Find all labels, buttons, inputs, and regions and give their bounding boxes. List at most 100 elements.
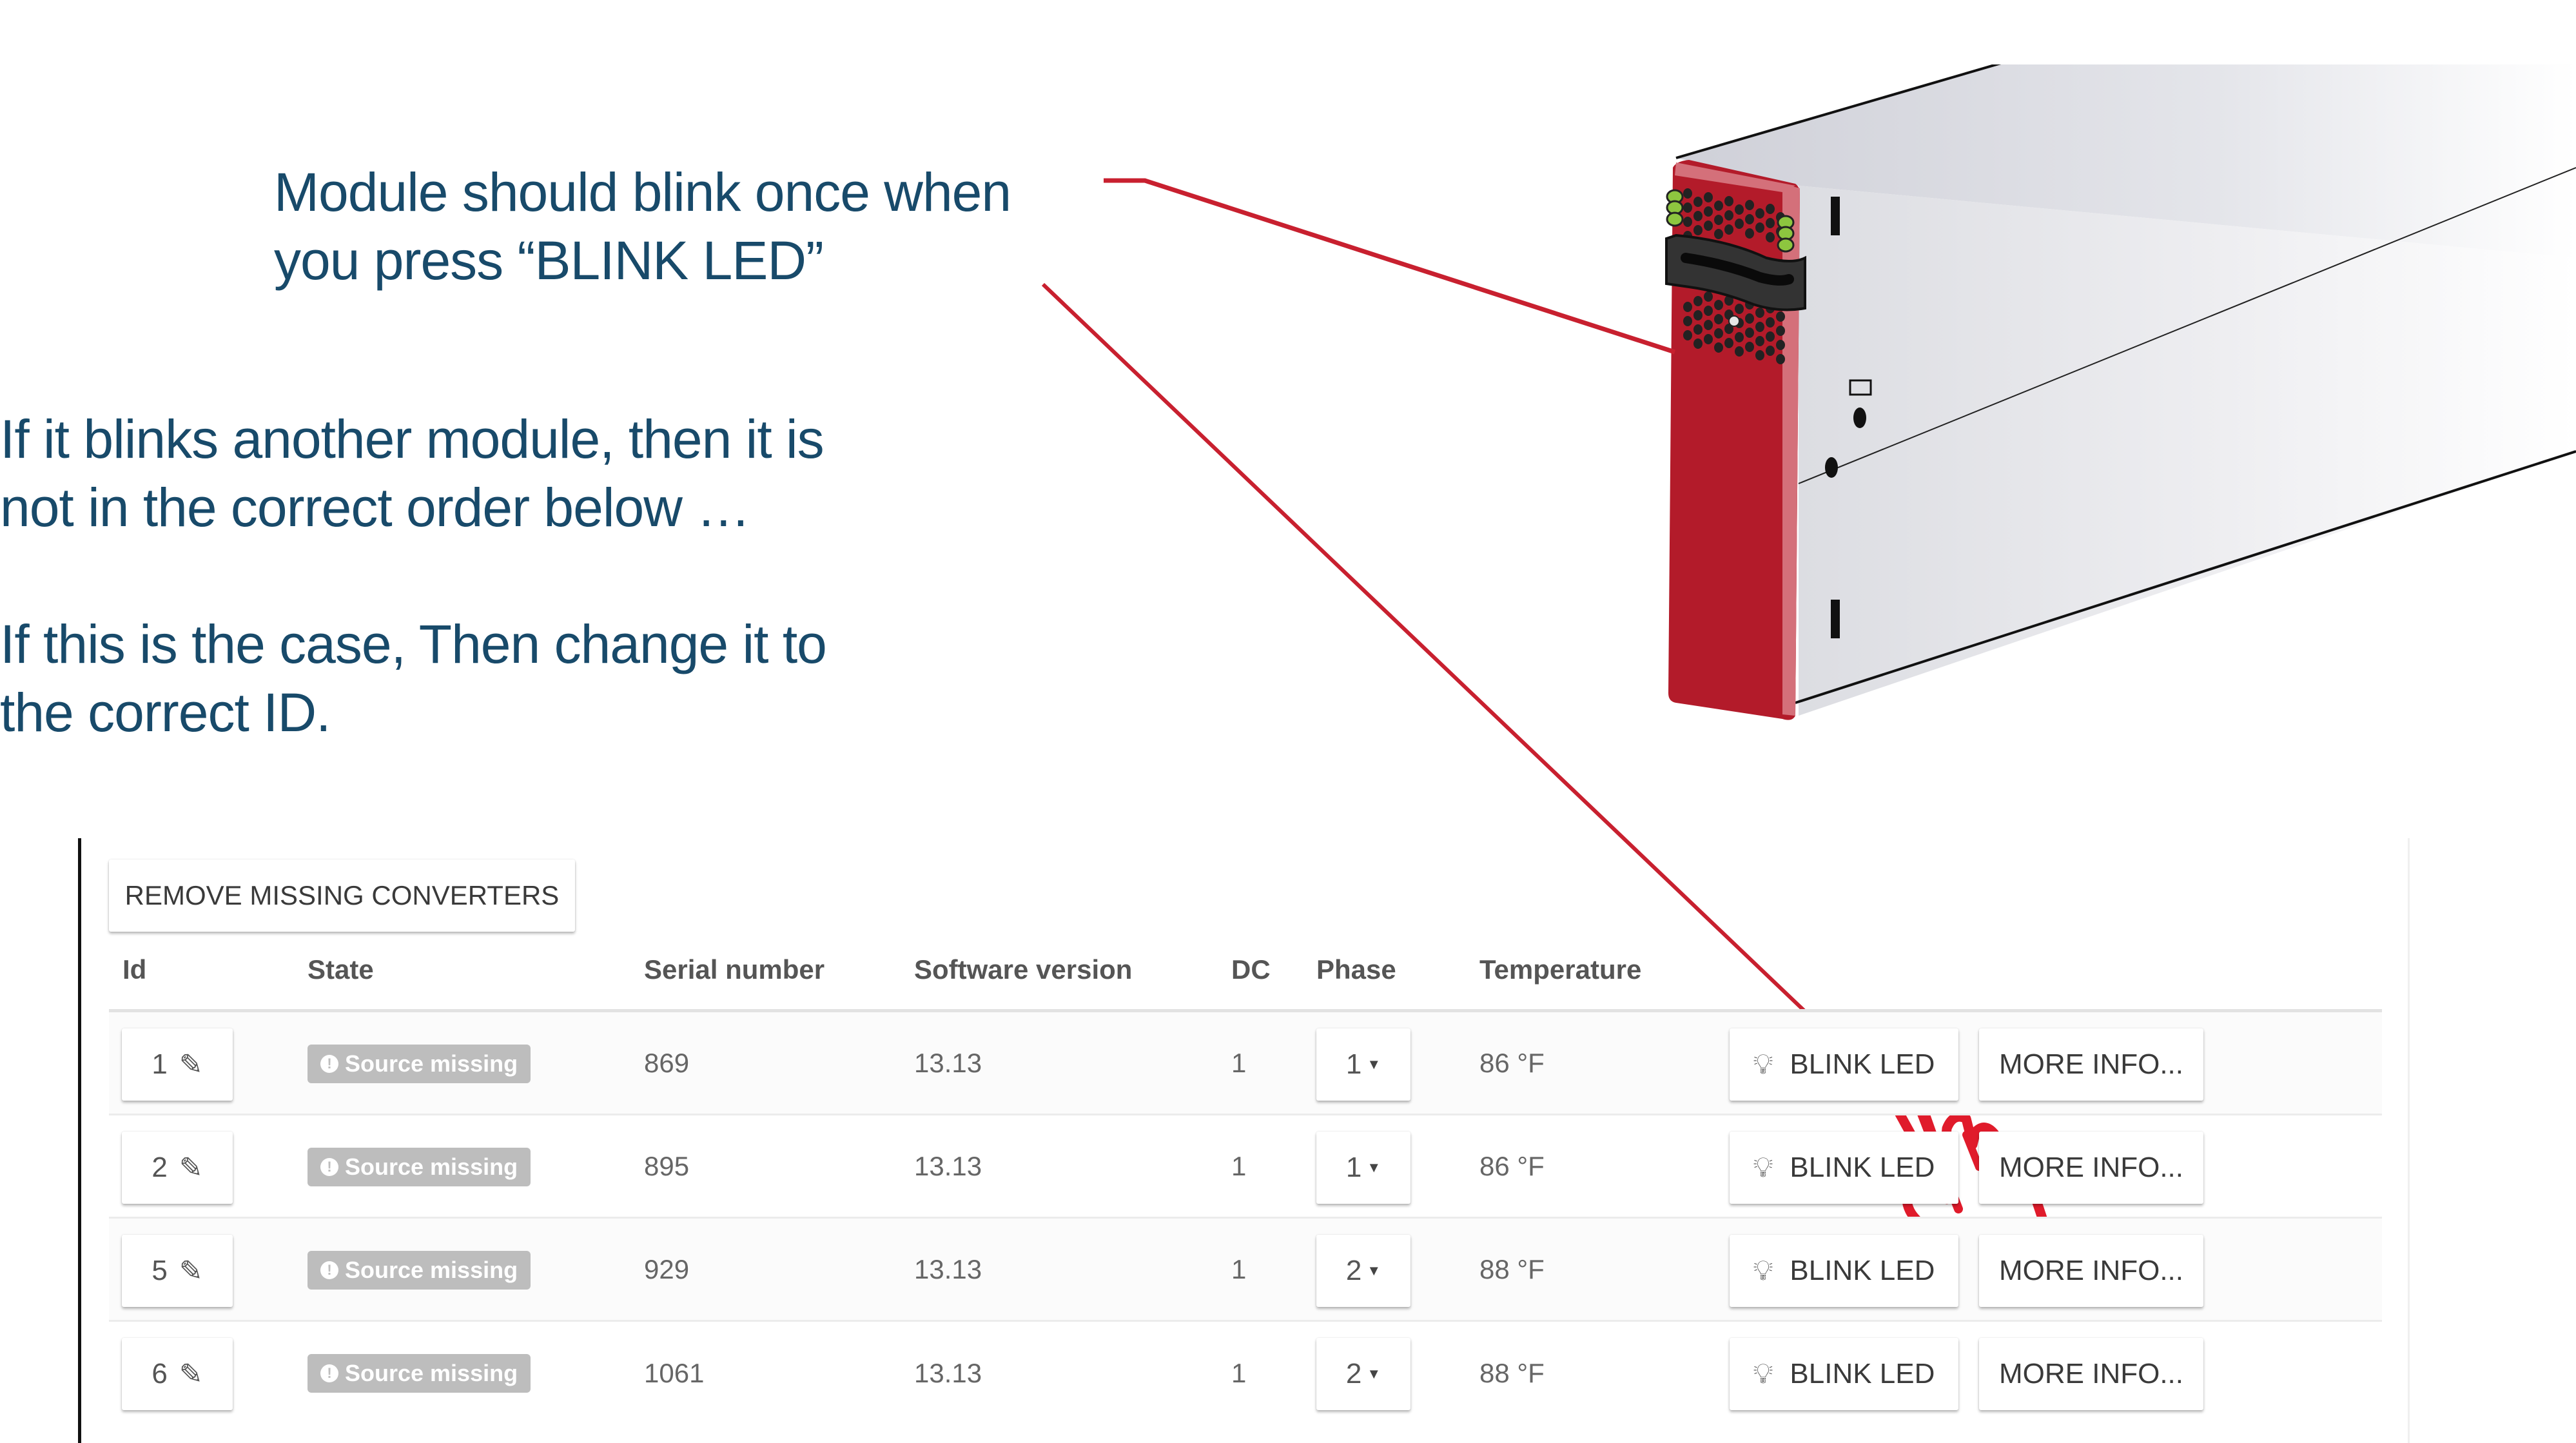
temperature: 88 °F (1479, 1358, 1545, 1388)
vent-hole (1745, 328, 1754, 338)
phase-dropdown[interactable]: 2 ▼ (1316, 1338, 1410, 1410)
blink-led-button[interactable]: 💡︎ BLINK LED (1730, 1028, 1958, 1101)
software-version: 13.13 (914, 1150, 982, 1181)
caret-down-icon: ▼ (1367, 1366, 1381, 1382)
more-info-button[interactable]: MORE INFO... (1979, 1338, 2203, 1410)
callout-wrong-module: If it blinks another module, then it is … (0, 405, 825, 542)
software-version: 13.13 (914, 1047, 982, 1078)
lightbulb-icon: 💡︎ (1753, 1048, 1773, 1080)
dc-value: 1 (1231, 1150, 1247, 1181)
serial-number: 1061 (644, 1358, 705, 1388)
callout-blink-instruction: Module should blink once when you press … (274, 158, 1011, 295)
vent-hole (1714, 300, 1723, 310)
vent-hole (1704, 334, 1713, 344)
lightbulb-icon: 💡︎ (1753, 1152, 1773, 1183)
vent-hole (1693, 339, 1703, 349)
table-row: 1 ✎ ! Source missing 869 13.13 1 1 ▼ 86 … (109, 1012, 2382, 1115)
dc-value: 1 (1231, 1047, 1247, 1078)
remove-missing-converters-button[interactable]: REMOVE MISSING CONVERTERS (109, 859, 575, 932)
vent-hole (1724, 338, 1733, 348)
vent-hole (1724, 210, 1733, 221)
phase-dropdown[interactable]: 2 ▼ (1316, 1235, 1410, 1307)
vent-hole (1755, 308, 1764, 318)
lightbulb-icon: 💡︎ (1753, 1255, 1773, 1286)
vent-hole (1755, 322, 1764, 332)
more-info-button[interactable]: MORE INFO... (1979, 1028, 2203, 1101)
vent-hole (1766, 346, 1775, 356)
pencil-icon: ✎ (179, 1152, 203, 1184)
software-version: 13.13 (914, 1358, 982, 1388)
blink-led-label: BLINK LED (1790, 1048, 1935, 1080)
vent-hole (1704, 221, 1713, 231)
vent-hole (1714, 215, 1723, 225)
edit-id-button[interactable]: 6 ✎ (122, 1338, 233, 1410)
id-value: 1 (151, 1048, 168, 1080)
caret-down-icon: ▼ (1367, 1262, 1381, 1279)
temperature: 86 °F (1479, 1150, 1545, 1181)
vent-hole (1714, 201, 1723, 211)
blink-led-label: BLINK LED (1790, 1358, 1935, 1389)
table-row: 6 ✎ ! Source missing 1061 13.13 1 2 ▼ 88… (109, 1322, 2382, 1425)
vent-hole (1776, 354, 1785, 364)
callout-line: you press “BLINK LED” (274, 230, 824, 291)
vent-hole (1693, 225, 1703, 235)
phase-dropdown[interactable]: 1 ▼ (1316, 1028, 1410, 1101)
vent-hole (1755, 350, 1764, 360)
more-info-button[interactable]: MORE INFO... (1979, 1132, 2203, 1204)
column-header-state[interactable]: State (307, 954, 374, 985)
exclamation-circle-icon: ! (320, 1261, 338, 1279)
vent-hole (1735, 346, 1744, 357)
vent-hole (1745, 342, 1754, 352)
callout-line: not in the correct order below … (0, 477, 750, 538)
vent-hole (1735, 219, 1744, 229)
vent-hole (1683, 302, 1692, 312)
blink-led-button[interactable]: 💡︎ BLINK LED (1730, 1338, 1958, 1410)
status-badge: ! Source missing (307, 1251, 531, 1290)
more-info-button[interactable]: MORE INFO... (1979, 1235, 2203, 1307)
blink-led-button[interactable]: 💡︎ BLINK LED (1730, 1132, 1958, 1204)
status-text: Source missing (345, 1153, 518, 1180)
edit-id-button[interactable]: 2 ✎ (122, 1132, 233, 1204)
vent-hole (1776, 326, 1785, 336)
phase-value: 2 (1345, 1255, 1362, 1286)
phase-value: 1 (1345, 1048, 1362, 1080)
edit-id-button[interactable]: 5 ✎ (122, 1235, 233, 1307)
vent-hole (1704, 206, 1713, 217)
vent-hole (1735, 204, 1744, 215)
psu-side-face (1799, 186, 2576, 716)
column-header-serial-number[interactable]: Serial number (644, 954, 825, 985)
edit-id-button[interactable]: 1 ✎ (122, 1028, 233, 1101)
column-header-dc[interactable]: DC (1231, 954, 1271, 985)
pencil-icon: ✎ (179, 1255, 203, 1287)
vent-hole (1693, 197, 1703, 207)
vent-hole (1693, 211, 1703, 221)
dc-value: 1 (1231, 1358, 1247, 1388)
column-header-temperature[interactable]: Temperature (1479, 954, 1641, 985)
panel-left-border (78, 838, 81, 1443)
vent-hole (1693, 324, 1703, 335)
vent-hole (1683, 188, 1692, 199)
pencil-icon: ✎ (179, 1048, 203, 1081)
vent-hole (1693, 310, 1703, 320)
phase-value: 1 (1345, 1152, 1362, 1183)
vent-hole (1683, 330, 1692, 340)
lightbulb-icon: 💡︎ (1753, 1358, 1773, 1389)
vent-hole (1735, 332, 1744, 342)
vent-hole (1704, 306, 1713, 316)
id-value: 6 (151, 1358, 168, 1389)
vent-hole (1735, 304, 1744, 314)
callout-line-to-module (1104, 178, 1676, 355)
temperature: 88 °F (1479, 1253, 1545, 1284)
column-header-software-version[interactable]: Software version (914, 954, 1132, 985)
blink-led-button[interactable]: 💡︎ BLINK LED (1730, 1235, 1958, 1307)
status-text: Source missing (345, 1360, 518, 1386)
table-row: 5 ✎ ! Source missing 929 13.13 1 2 ▼ 88 … (109, 1219, 2382, 1322)
vent-hole (1766, 331, 1775, 342)
column-header-phase[interactable]: Phase (1316, 954, 1396, 985)
id-value: 5 (151, 1255, 168, 1286)
vent-hole (1704, 291, 1713, 302)
column-header-id[interactable]: Id (122, 954, 146, 985)
panel-right-border (2408, 838, 2410, 1443)
phase-dropdown[interactable]: 1 ▼ (1316, 1132, 1410, 1204)
status-badge: ! Source missing (307, 1045, 531, 1083)
